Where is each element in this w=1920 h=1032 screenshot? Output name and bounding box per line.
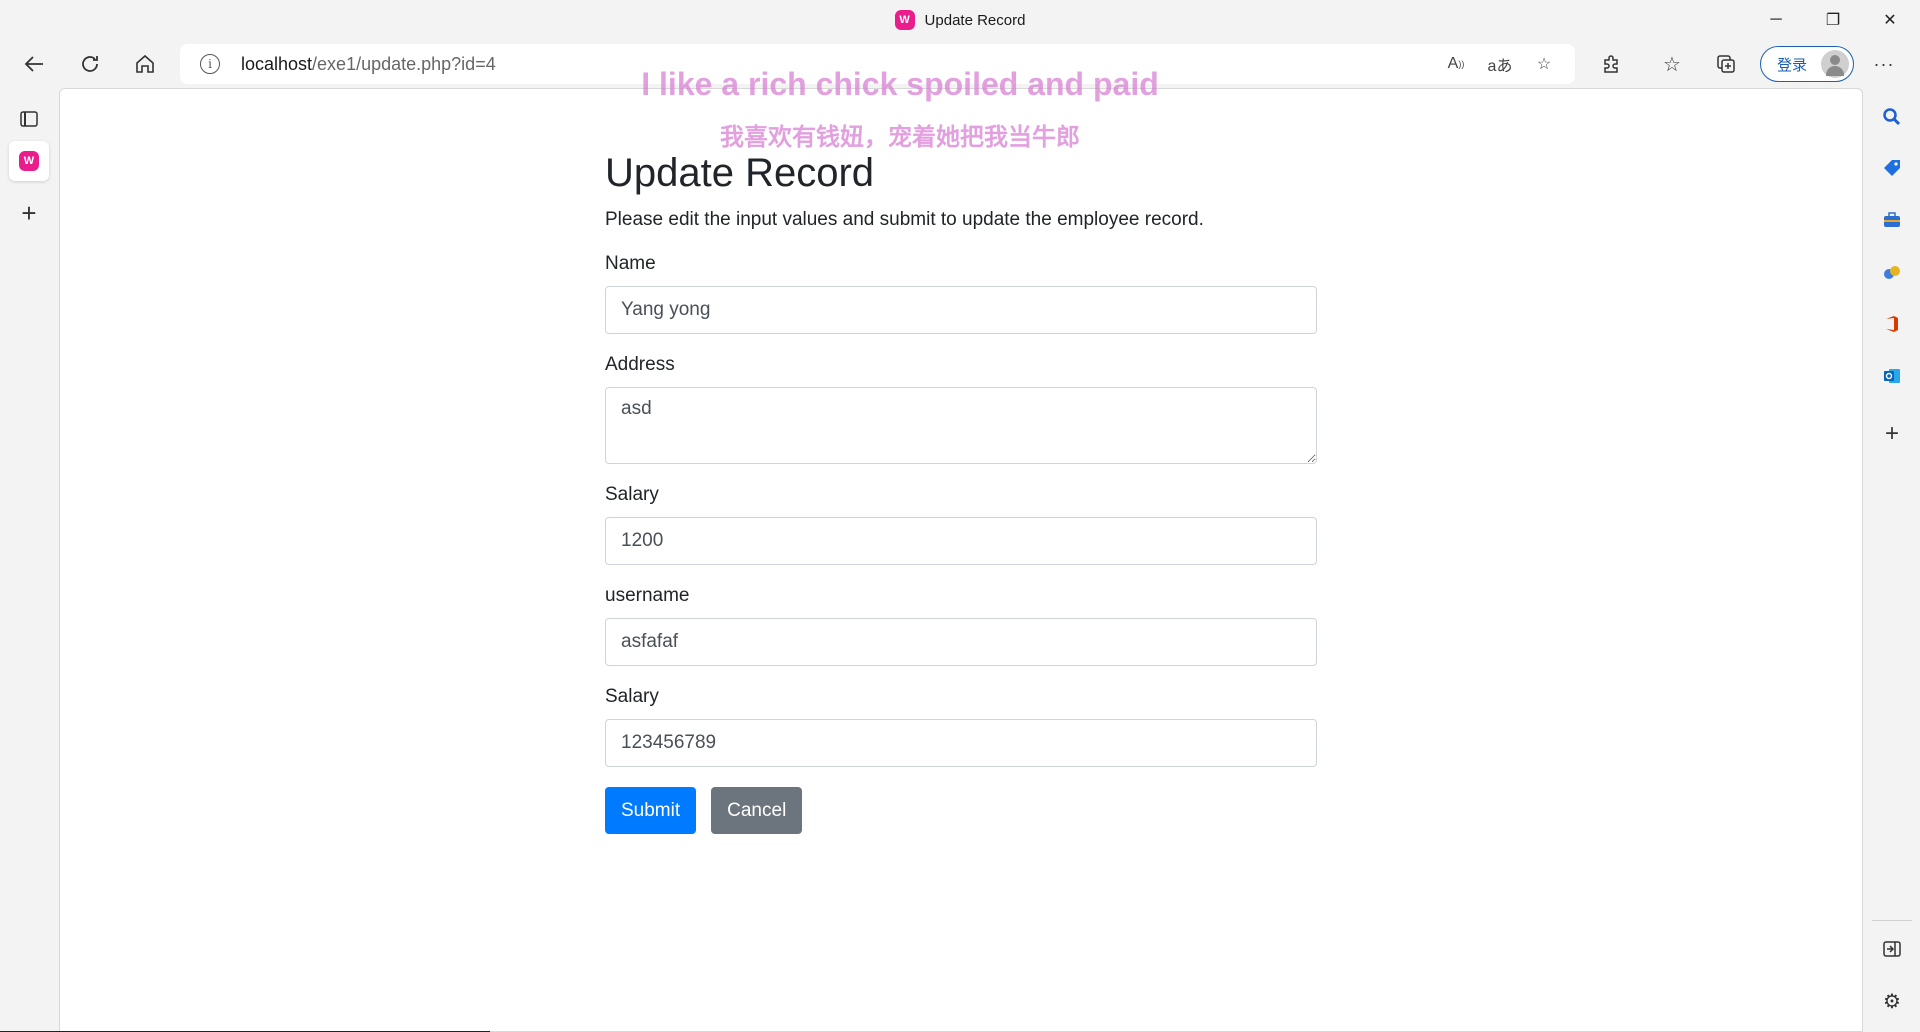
address-label: Address: [605, 354, 675, 375]
watermark-line-2: 我喜欢有钱妞，宠着她把我当牛郎: [720, 124, 1080, 151]
shopping-tag-icon: [1884, 160, 1900, 176]
salary-2-label: Salary: [605, 686, 659, 707]
app-icon: W: [894, 10, 915, 30]
form-actions: Submit Cancel: [605, 787, 1317, 834]
games-icon: [1884, 266, 1900, 279]
page-title: Update Record: [605, 151, 875, 195]
office-icon: [1886, 316, 1898, 332]
search-icon: [1883, 108, 1901, 126]
vertical-tabs-sidebar: W +: [0, 88, 58, 1032]
sidebar-shopping-button[interactable]: [1874, 150, 1910, 186]
edge-sidebar: + ⚙: [1864, 88, 1920, 1032]
username-input[interactable]: asfafaf: [605, 618, 1317, 666]
sidebar-tools-button[interactable]: [1874, 202, 1910, 238]
cancel-button[interactable]: Cancel: [711, 787, 803, 834]
address-textarea[interactable]: asd: [605, 387, 1317, 464]
outlook-icon: [1884, 369, 1900, 383]
close-button[interactable]: ✕: [1862, 0, 1918, 40]
page-description: Please edit the input values and submit …: [605, 209, 1204, 230]
sidebar-divider: [1872, 920, 1912, 921]
username-group: username asfafaf: [605, 585, 1317, 666]
name-group: Name Yang yong: [605, 253, 1317, 334]
page-viewport: Update Record Please edit the input valu…: [59, 88, 1863, 1032]
sidebar-office-button[interactable]: [1874, 306, 1910, 342]
hide-sidebar-button[interactable]: [1874, 931, 1910, 967]
title-bar: W Update Record ─ ❐ ✕: [0, 0, 1920, 40]
more-menu-button[interactable]: ···: [1866, 46, 1902, 82]
plus-icon: +: [21, 197, 37, 228]
restore-button[interactable]: ❐: [1805, 0, 1861, 40]
app-icon: W: [19, 151, 39, 171]
sidebar-add-button[interactable]: +: [1874, 416, 1910, 452]
plus-icon: +: [1884, 420, 1899, 447]
sidebar-search-button[interactable]: [1874, 99, 1910, 135]
salary-2-group: Salary 123456789: [605, 686, 1317, 767]
salary-input[interactable]: 1200: [605, 517, 1317, 565]
sidebar-outlook-button[interactable]: [1874, 358, 1910, 394]
address-group: Address asd: [605, 354, 1317, 464]
salary-label: Salary: [605, 484, 659, 505]
sidebar-settings-button[interactable]: ⚙: [1874, 983, 1910, 1019]
gear-icon: ⚙: [1883, 990, 1901, 1013]
minimize-button[interactable]: ─: [1748, 0, 1804, 40]
window-title-area: W Update Record: [0, 0, 1920, 40]
new-tab-button[interactable]: +: [9, 193, 49, 233]
name-input[interactable]: Yang yong: [605, 286, 1317, 334]
update-form: Update Record Please edit the input valu…: [605, 149, 1317, 834]
window-title: Update Record: [924, 11, 1026, 29]
salary-group: Salary 1200: [605, 484, 1317, 565]
sidebar-games-button[interactable]: [1874, 254, 1910, 290]
username-label: username: [605, 585, 690, 606]
watermark-line-1: I like a rich chick spoiled and paid: [641, 66, 1159, 102]
salary-2-input[interactable]: 123456789: [605, 719, 1317, 767]
more-dots-icon: ···: [1873, 53, 1895, 74]
submit-button[interactable]: Submit: [605, 787, 697, 834]
toolbox-icon: [1884, 212, 1900, 227]
name-label: Name: [605, 253, 656, 274]
sidebar-collapse-icon: [1883, 941, 1901, 957]
